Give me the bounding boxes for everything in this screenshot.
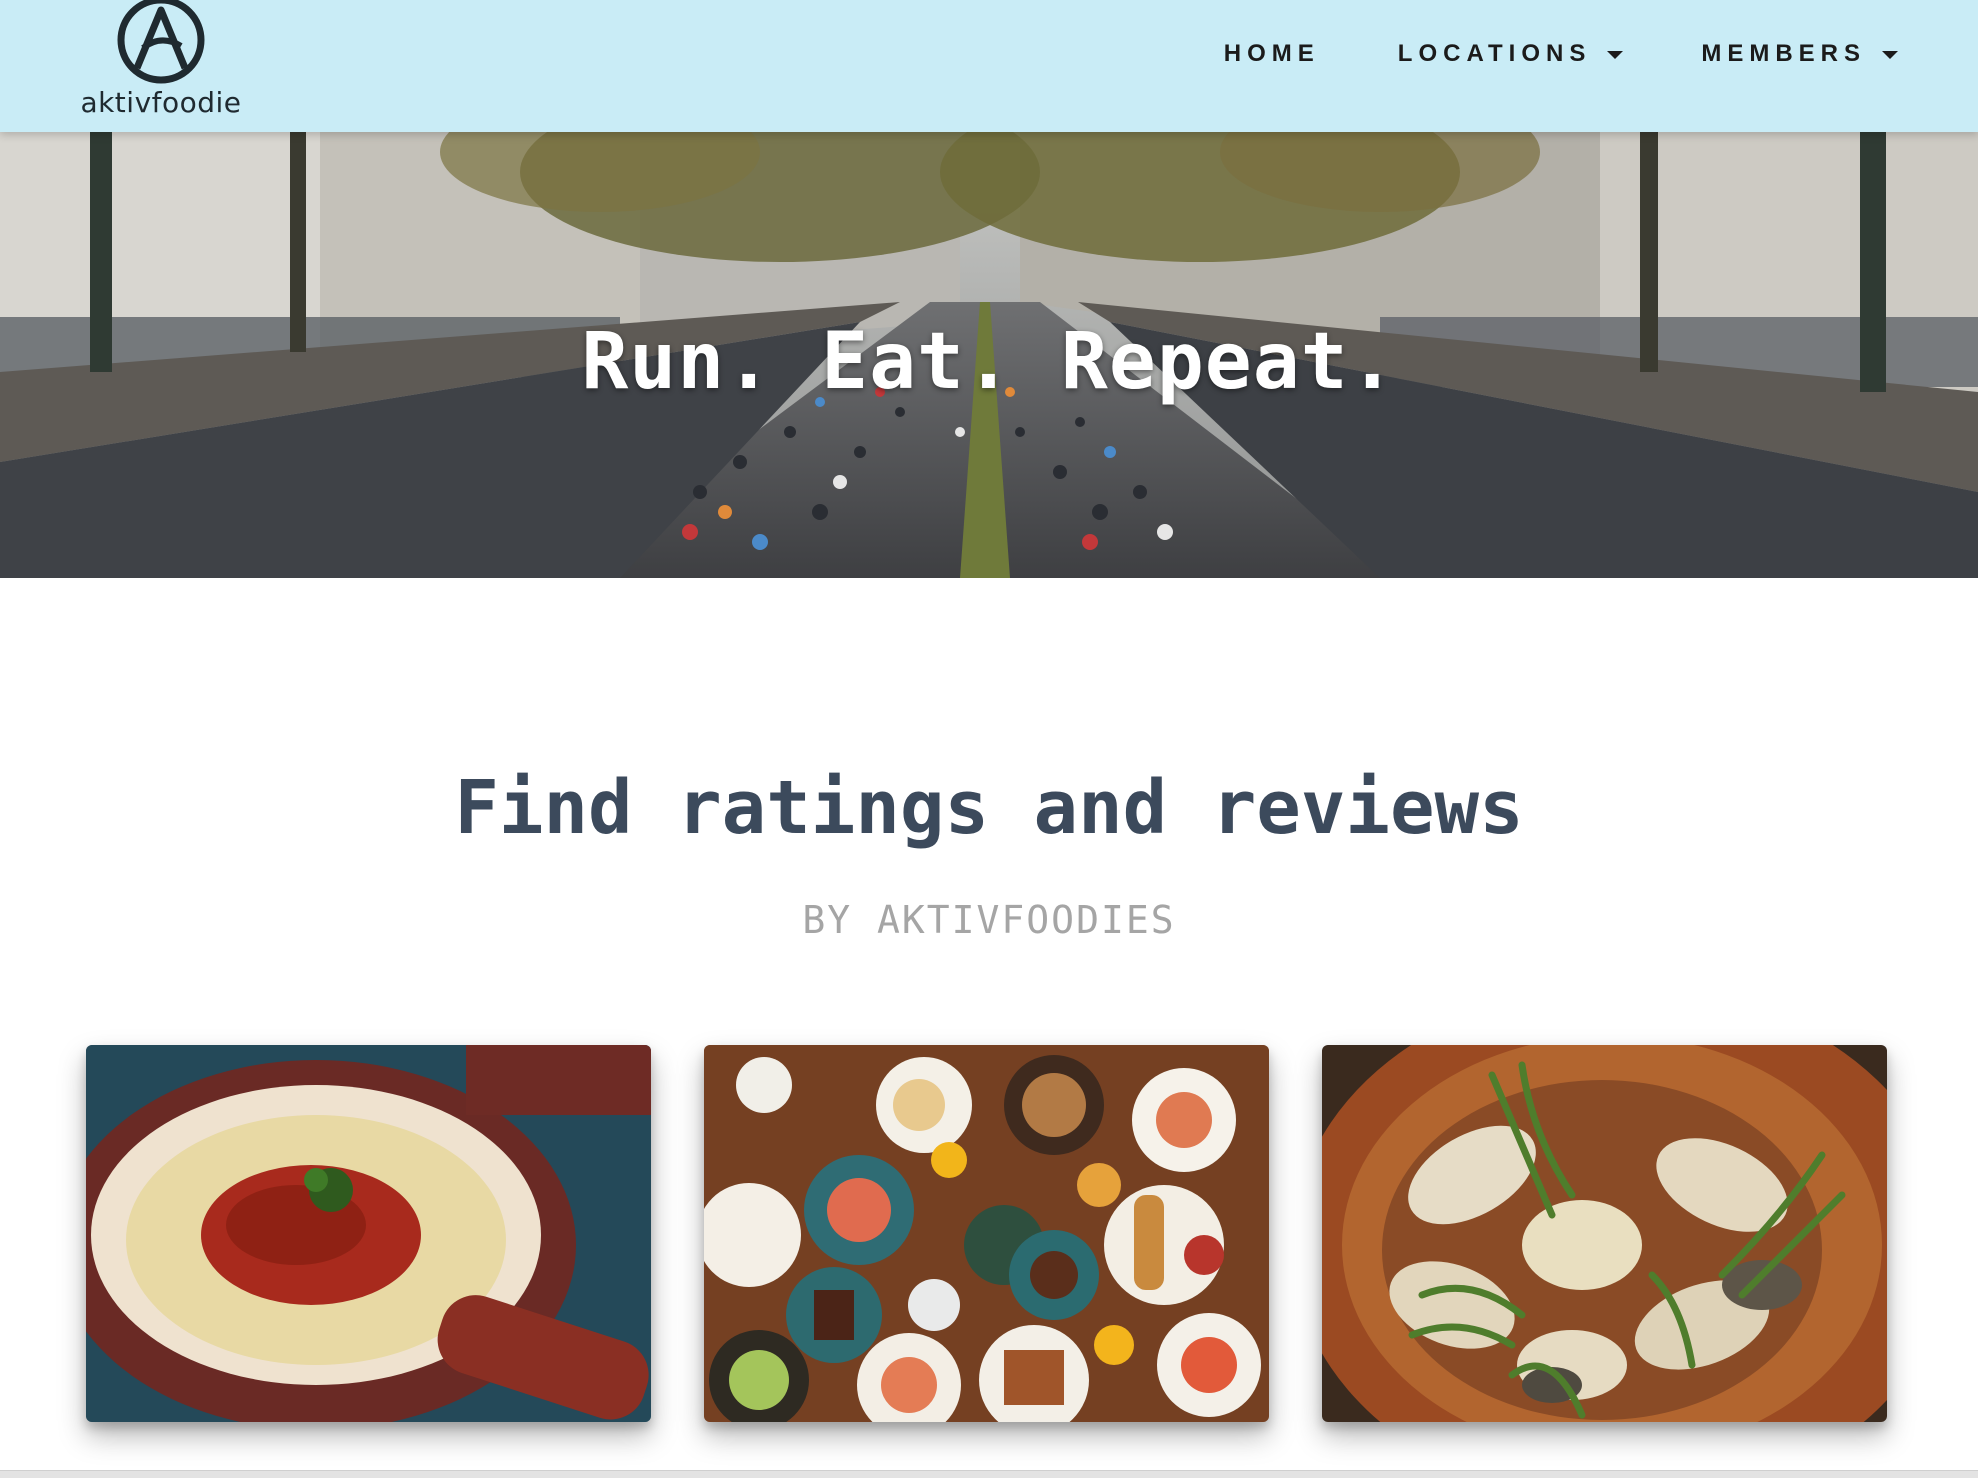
nav-item-locations[interactable]: LOCATIONS xyxy=(1398,40,1624,68)
review-card[interactable] xyxy=(86,1045,651,1422)
brand-logo-link[interactable]: aktivfoodie xyxy=(70,0,252,124)
hero-title: Run. Eat. Repeat. xyxy=(581,317,1397,407)
nav-item-label: MEMBERS xyxy=(1701,40,1866,67)
circled-a-icon xyxy=(117,0,205,84)
nav-item-label: HOME xyxy=(1223,40,1320,67)
card-image xyxy=(1322,1045,1887,1422)
caret-down-icon xyxy=(1607,51,1624,59)
caret-down-icon xyxy=(1882,51,1898,59)
nav-item-label: LOCATIONS xyxy=(1397,40,1592,67)
card-image xyxy=(86,1045,651,1422)
review-card[interactable] xyxy=(1322,1045,1887,1422)
section-subtitle: BY AKTIVFOODIES xyxy=(802,898,1176,942)
top-navbar: aktivfoodie HOME LOCATIONS MEMBERS xyxy=(0,0,1978,132)
nav-item-members[interactable]: MEMBERS xyxy=(1701,40,1898,68)
main-nav: HOME LOCATIONS MEMBERS xyxy=(1146,40,1898,68)
hero-banner: Run. Eat. Repeat. xyxy=(0,132,1978,578)
section-title: Find ratings and reviews xyxy=(454,765,1524,851)
nav-item-home[interactable]: HOME xyxy=(1224,40,1320,68)
review-card[interactable] xyxy=(704,1045,1269,1422)
bottom-edge xyxy=(0,1470,1978,1478)
card-image xyxy=(704,1045,1269,1422)
brand-name: aktivfoodie xyxy=(80,86,242,119)
